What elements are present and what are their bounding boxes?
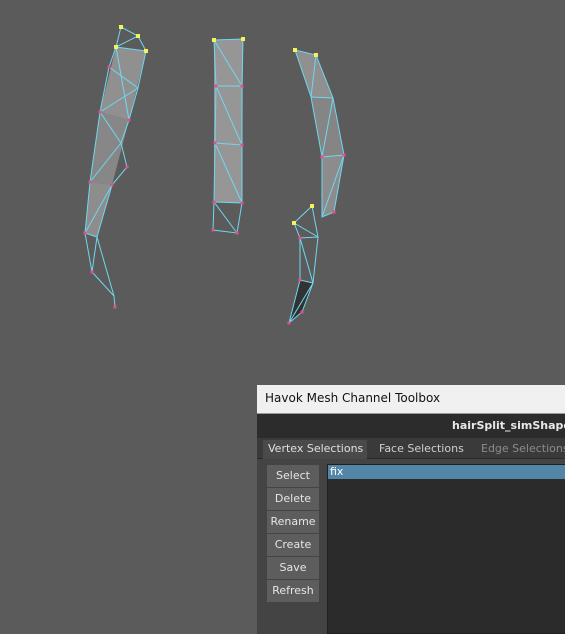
vertex [125, 165, 129, 169]
vertex [332, 210, 336, 214]
vertex [298, 236, 302, 240]
selection-tabs: Vertex Selections Face Selections Edge S… [257, 438, 565, 459]
vertex [298, 278, 302, 282]
selected-vertex [114, 45, 118, 49]
selected-vertex [212, 38, 216, 42]
action-button-column: Select Delete Rename Create Save Refresh [267, 465, 319, 603]
vertex [240, 84, 244, 88]
shape-header: hairSplit_simShape [257, 414, 565, 438]
selected-vertex [144, 49, 148, 53]
hair-strand-middle[interactable] [211, 37, 246, 235]
vertex [320, 155, 324, 159]
selected-vertex [310, 204, 314, 208]
hair-strand-left[interactable] [83, 25, 149, 309]
tab-edge-selections[interactable]: Edge Selections [476, 440, 565, 459]
vertex [235, 231, 239, 235]
vertex [110, 183, 114, 187]
vertex [240, 201, 244, 205]
shape-name-label: hairSplit_simShape [452, 419, 565, 432]
selected-vertex [293, 48, 297, 52]
vertex [240, 143, 244, 147]
vertex [211, 228, 215, 232]
selected-vertex [241, 37, 245, 41]
vertex [300, 310, 304, 314]
rename-button[interactable]: Rename [267, 511, 319, 533]
selected-vertex [136, 34, 140, 38]
vertex [90, 270, 94, 274]
vertex [88, 180, 92, 184]
vertex [107, 65, 111, 69]
vertex [127, 118, 131, 122]
havok-mesh-channel-toolbox: Havok Mesh Channel Toolbox hairSplit_sim… [257, 385, 565, 634]
create-button[interactable]: Create [267, 534, 319, 556]
hair-strand-right-lower[interactable] [287, 204, 319, 325]
tab-vertex-selections[interactable]: Vertex Selections [263, 440, 367, 459]
refresh-button[interactable]: Refresh [267, 580, 319, 602]
window-title: Havok Mesh Channel Toolbox [265, 391, 441, 405]
save-button[interactable]: Save [267, 557, 319, 579]
select-button[interactable]: Select [267, 465, 319, 487]
vertex [113, 305, 117, 309]
selection-set-list[interactable]: fix [327, 464, 565, 634]
hair-strand-right-upper[interactable] [293, 48, 346, 218]
tab-face-selections[interactable]: Face Selections [374, 440, 470, 459]
vertex [83, 231, 87, 235]
vertex [342, 153, 346, 157]
selected-vertex [314, 53, 318, 57]
vertex [212, 200, 216, 204]
list-item[interactable]: fix [328, 465, 565, 479]
vertex [214, 84, 218, 88]
vertex [98, 110, 102, 114]
window-titlebar[interactable]: Havok Mesh Channel Toolbox [257, 385, 565, 414]
vertex [287, 321, 291, 325]
vertex [213, 141, 217, 145]
delete-button[interactable]: Delete [267, 488, 319, 510]
selected-vertex [119, 25, 123, 29]
selected-vertex [292, 221, 296, 225]
